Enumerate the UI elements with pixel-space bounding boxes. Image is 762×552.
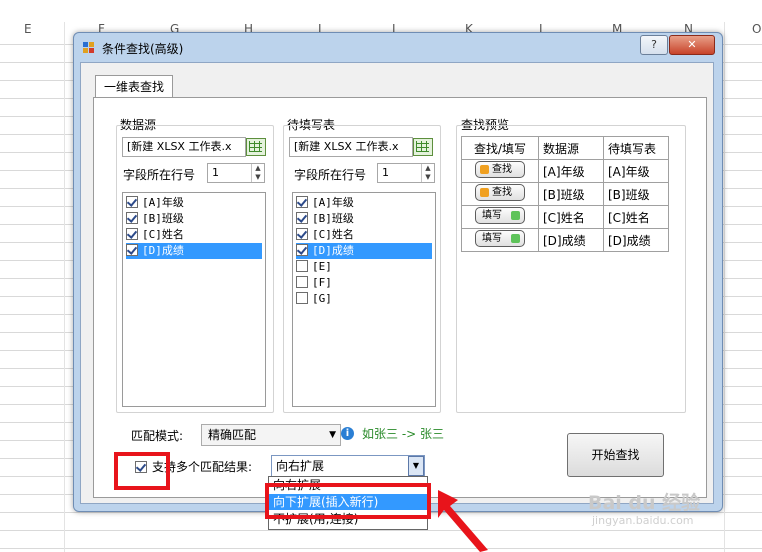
action-cell: 填写 — [461, 228, 539, 252]
close-button[interactable]: ✕ — [669, 35, 715, 55]
table-cell: [C]姓名 — [603, 205, 669, 229]
table-row: 填写 [C]姓名 [C]姓名 — [461, 205, 669, 229]
column-line — [724, 22, 725, 552]
action-cell: 查找 — [461, 159, 539, 183]
column-header: 数据源 — [538, 136, 604, 160]
annotation-highlight-option — [265, 483, 431, 519]
source-row-label: 字段所在行号 — [123, 168, 196, 182]
list-item[interactable]: [A]年级 — [296, 195, 354, 211]
table-row: 填写 [D]成绩 [D]成绩 — [461, 228, 669, 252]
checkbox-checked-icon[interactable] — [296, 212, 308, 224]
target-workbook-combo[interactable]: [新建 XLSX 工作表.x — [289, 137, 413, 157]
app-icon — [83, 42, 95, 54]
list-item[interactable]: [E] — [296, 259, 332, 275]
tab-one-dimensional-lookup[interactable]: 一维表查找 — [95, 75, 174, 98]
list-item[interactable]: [C]姓名 — [126, 227, 184, 243]
checkbox-checked-icon[interactable] — [126, 228, 138, 240]
checkbox-unchecked-icon[interactable] — [296, 292, 308, 304]
match-hint: 如张三 -> 张三 — [362, 427, 445, 441]
lookup-toggle-button[interactable]: 查找 — [475, 184, 525, 201]
list-item-selected[interactable]: [D]成绩 — [126, 243, 262, 259]
lookup-toggle-button[interactable]: 查找 — [475, 161, 525, 178]
green-dot-icon — [511, 234, 520, 243]
source-field-list[interactable]: [A]年级 [B]班级 [C]姓名 [D]成绩 — [122, 192, 266, 407]
start-lookup-button[interactable]: 开始查找 — [567, 433, 664, 477]
checkbox-checked-icon[interactable] — [126, 244, 138, 256]
match-mode-label: 匹配模式: — [131, 429, 184, 443]
checkbox-checked-icon[interactable] — [126, 212, 138, 224]
chevron-down-icon[interactable]: ▼ — [329, 425, 336, 445]
table-cell: [C]姓名 — [538, 205, 604, 229]
action-cell: 填写 — [461, 205, 539, 229]
checkbox-unchecked-icon[interactable] — [296, 276, 308, 288]
match-mode-select[interactable]: 精确匹配 ▼ — [201, 424, 341, 446]
column-line — [64, 22, 65, 552]
expand-mode-select[interactable]: 向右扩展 ▼ — [271, 455, 425, 477]
table-cell: [A]年级 — [538, 159, 604, 183]
title-bar[interactable]: 条件查找(高级) ? ✕ — [74, 33, 722, 61]
list-item[interactable]: [F] — [296, 275, 332, 291]
checkbox-checked-icon[interactable] — [296, 228, 308, 240]
source-select-table-icon[interactable] — [246, 138, 266, 156]
row-line — [0, 548, 762, 549]
source-row-value: 1 — [212, 166, 219, 179]
checkbox-unchecked-icon[interactable] — [296, 260, 308, 272]
action-cell: 查找 — [461, 182, 539, 206]
dialog-title: 条件查找(高级) — [102, 42, 184, 56]
checkbox-checked-icon[interactable] — [296, 196, 308, 208]
chevron-down-icon[interactable]: ▼ — [408, 456, 424, 476]
table-cell: [D]成绩 — [603, 228, 669, 252]
list-item-selected[interactable]: [D]成绩 — [296, 243, 432, 259]
target-row-label: 字段所在行号 — [294, 168, 367, 182]
fill-toggle-button[interactable]: 填写 — [475, 207, 525, 224]
list-item[interactable]: [A]年级 — [126, 195, 184, 211]
row-line — [0, 530, 762, 531]
column-header: 查找/填写 — [461, 136, 539, 160]
table-cell: [B]班级 — [538, 182, 604, 206]
table-row: 查找 [A]年级 [A]年级 — [461, 159, 669, 183]
table-row: 查找 [B]班级 [B]班级 — [461, 182, 669, 206]
table-cell: [D]成绩 — [538, 228, 604, 252]
info-icon[interactable]: i — [341, 427, 354, 440]
table-cell: [A]年级 — [603, 159, 669, 183]
source-row-spinner[interactable]: 1 ▲ ▼ — [207, 163, 265, 183]
orange-dot-icon — [480, 188, 489, 197]
target-select-table-icon[interactable] — [413, 138, 433, 156]
match-mode-value: 精确匹配 — [208, 428, 257, 442]
table-header-row: 查找/填写 数据源 待填写表 — [461, 136, 669, 160]
help-button[interactable]: ? — [640, 35, 668, 55]
column-header-o[interactable]: O — [752, 22, 761, 42]
orange-dot-icon — [480, 165, 489, 174]
target-row-value: 1 — [382, 166, 389, 179]
list-item[interactable]: [C]姓名 — [296, 227, 354, 243]
target-row-spinner[interactable]: 1 ▲ ▼ — [377, 163, 435, 183]
watermark-logo: Bai du 经验 — [588, 492, 701, 514]
column-header-e[interactable]: E — [24, 22, 32, 42]
spinner-arrows-icon[interactable]: ▲ ▼ — [421, 164, 434, 182]
checkbox-checked-icon[interactable] — [296, 244, 308, 256]
list-item[interactable]: [B]班级 — [296, 211, 354, 227]
source-workbook-combo[interactable]: [新建 XLSX 工作表.x — [122, 137, 246, 157]
table-cell: [B]班级 — [603, 182, 669, 206]
column-header: 待填写表 — [603, 136, 669, 160]
fill-toggle-button[interactable]: 填写 — [475, 230, 525, 247]
annotation-arrow-icon — [438, 490, 488, 552]
checkbox-checked-icon[interactable] — [126, 196, 138, 208]
list-item[interactable]: [B]班级 — [126, 211, 184, 227]
spinner-arrows-icon[interactable]: ▲ ▼ — [251, 164, 264, 182]
annotation-highlight-checkbox — [114, 452, 170, 490]
list-item[interactable]: [G] — [296, 291, 332, 307]
expand-mode-value: 向右扩展 — [276, 459, 325, 473]
green-dot-icon — [511, 211, 520, 220]
watermark-url: jingyan.baidu.com — [592, 514, 694, 527]
target-field-list[interactable]: [A]年级 [B]班级 [C]姓名 [D]成绩 [E] [F] [G] — [292, 192, 436, 407]
preview-table: 查找/填写 数据源 待填写表 查找 [A]年级 [A]年级 查找 [B]班级 [… — [461, 136, 669, 252]
